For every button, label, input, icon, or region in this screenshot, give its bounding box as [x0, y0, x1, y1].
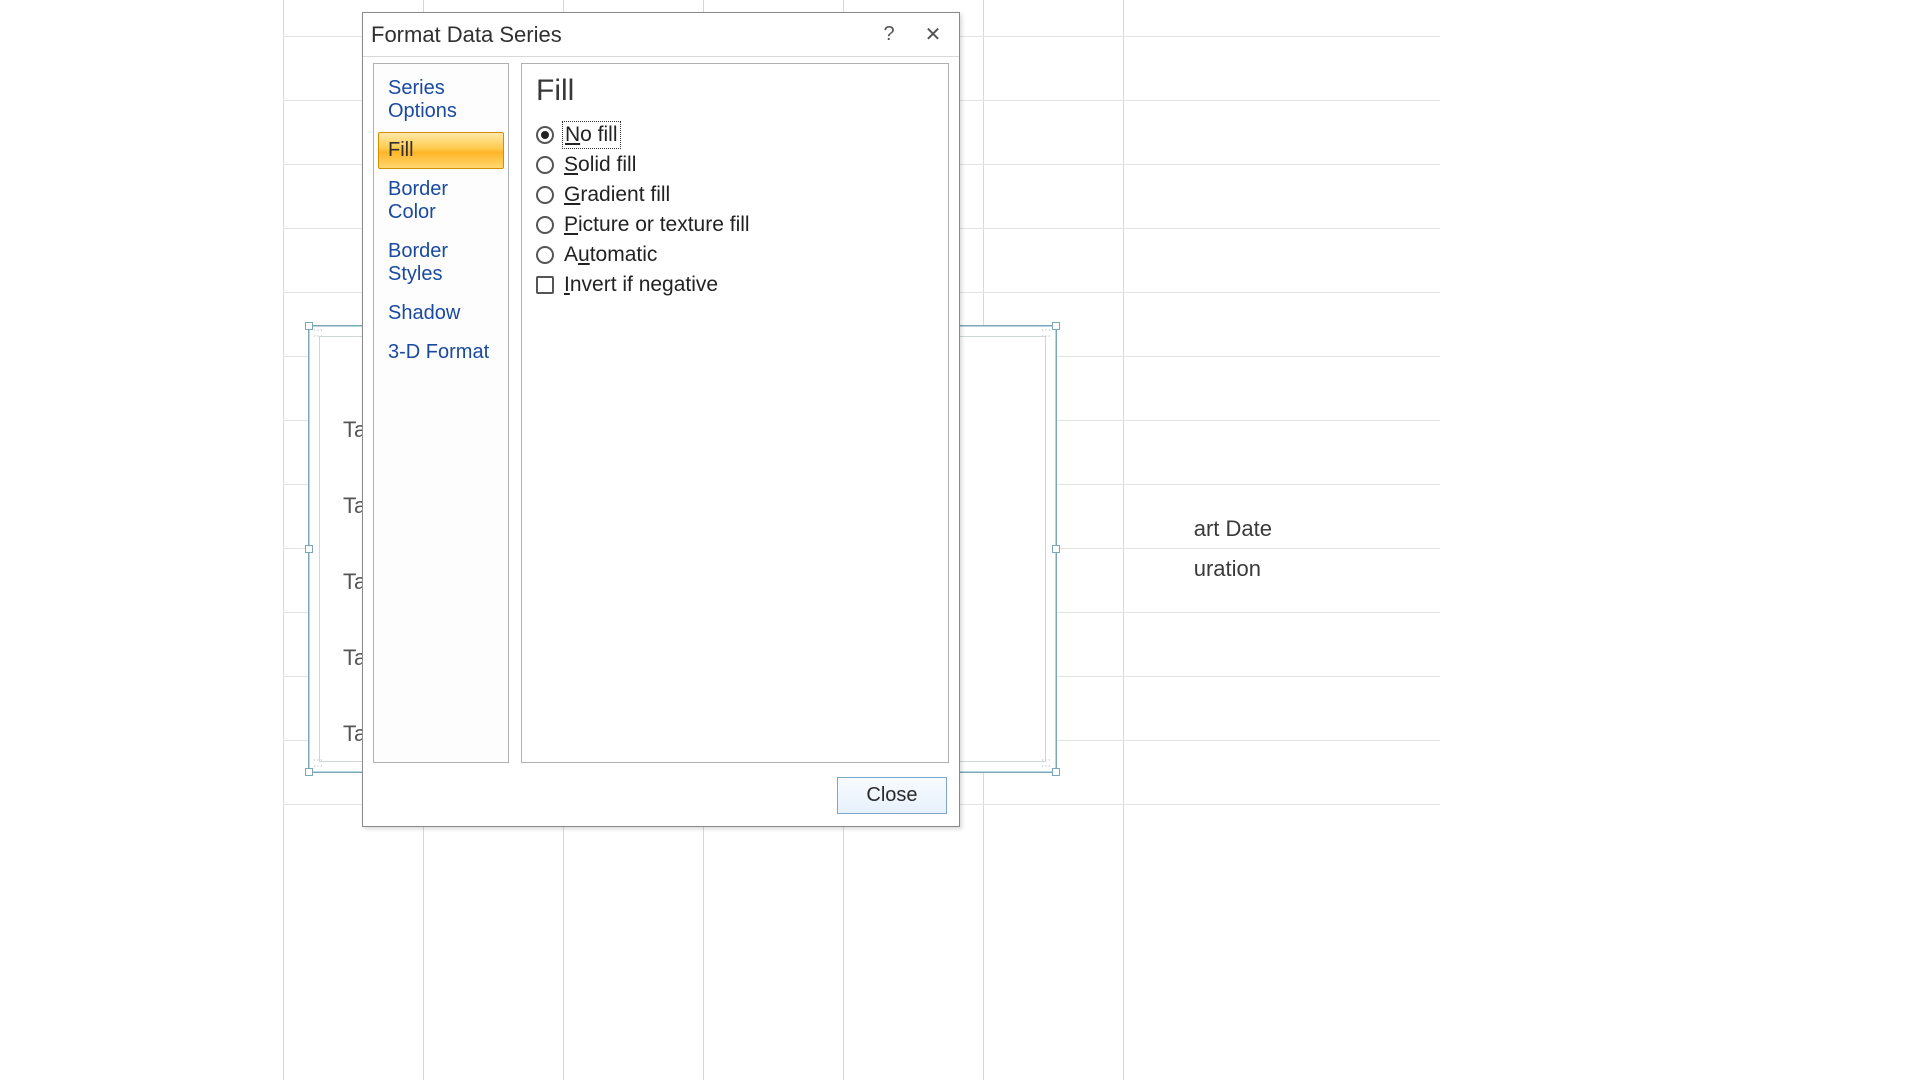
help-icon: ?	[883, 23, 894, 46]
radio-icon	[536, 156, 554, 174]
nav-3d-format[interactable]: 3-D Format	[378, 334, 504, 371]
radio-icon	[536, 186, 554, 204]
format-data-series-dialog: Format Data Series ? ✕ Series Options Fi…	[362, 12, 960, 827]
legend-entry: art Date	[1194, 516, 1272, 542]
nav-border-styles[interactable]: Border Styles	[378, 233, 504, 293]
resize-handle[interactable]	[305, 545, 313, 553]
checkbox-invert-if-negative[interactable]: Invert if negative	[536, 270, 934, 300]
nav-shadow[interactable]: Shadow	[378, 295, 504, 332]
dialog-titlebar[interactable]: Format Data Series ? ✕	[363, 13, 959, 57]
dialog-body: Series Options Fill Border Color Border …	[363, 57, 959, 769]
radio-no-fill[interactable]: No fill	[536, 120, 934, 150]
fill-panel: Fill No fill Solid fill Gradient fill Pi…	[521, 63, 949, 763]
close-window-button[interactable]: ✕	[911, 17, 955, 53]
radio-label: Gradient fill	[564, 183, 670, 207]
nav-fill[interactable]: Fill	[378, 132, 504, 169]
legend-entry: uration	[1194, 556, 1272, 582]
radio-label: Solid fill	[564, 153, 636, 177]
radio-gradient-fill[interactable]: Gradient fill	[536, 180, 934, 210]
nav-series-options[interactable]: Series Options	[378, 70, 504, 130]
radio-picture-texture-fill[interactable]: Picture or texture fill	[536, 210, 934, 240]
chart-legend[interactable]: art Date uration	[1194, 516, 1272, 582]
radio-icon	[536, 126, 554, 144]
radio-label: Automatic	[564, 243, 657, 267]
radio-label: No fill	[564, 123, 619, 147]
dialog-title: Format Data Series	[371, 22, 867, 48]
help-button[interactable]: ?	[867, 17, 911, 53]
resize-handle[interactable]	[1052, 322, 1060, 330]
resize-handle[interactable]	[305, 768, 313, 776]
close-icon: ✕	[925, 22, 942, 47]
radio-icon	[536, 246, 554, 264]
resize-handle[interactable]	[1052, 545, 1060, 553]
radio-solid-fill[interactable]: Solid fill	[536, 150, 934, 180]
panel-title: Fill	[536, 74, 934, 108]
category-nav: Series Options Fill Border Color Border …	[373, 63, 509, 763]
nav-border-color[interactable]: Border Color	[378, 171, 504, 231]
radio-icon	[536, 216, 554, 234]
radio-automatic[interactable]: Automatic	[536, 240, 934, 270]
resize-handle[interactable]	[1052, 768, 1060, 776]
app-stage: ⋯⋯ ⋯⋯ ⋯⋯ ⋯⋯ Tasl Tasl Tasl Tasl Tasl art…	[0, 0, 1920, 1080]
radio-label: Picture or texture fill	[564, 213, 750, 237]
dialog-footer: Close	[363, 769, 959, 826]
close-button[interactable]: Close	[837, 777, 947, 814]
resize-handle[interactable]	[305, 322, 313, 330]
checkbox-label: Invert if negative	[564, 273, 718, 297]
checkbox-icon	[536, 276, 554, 294]
